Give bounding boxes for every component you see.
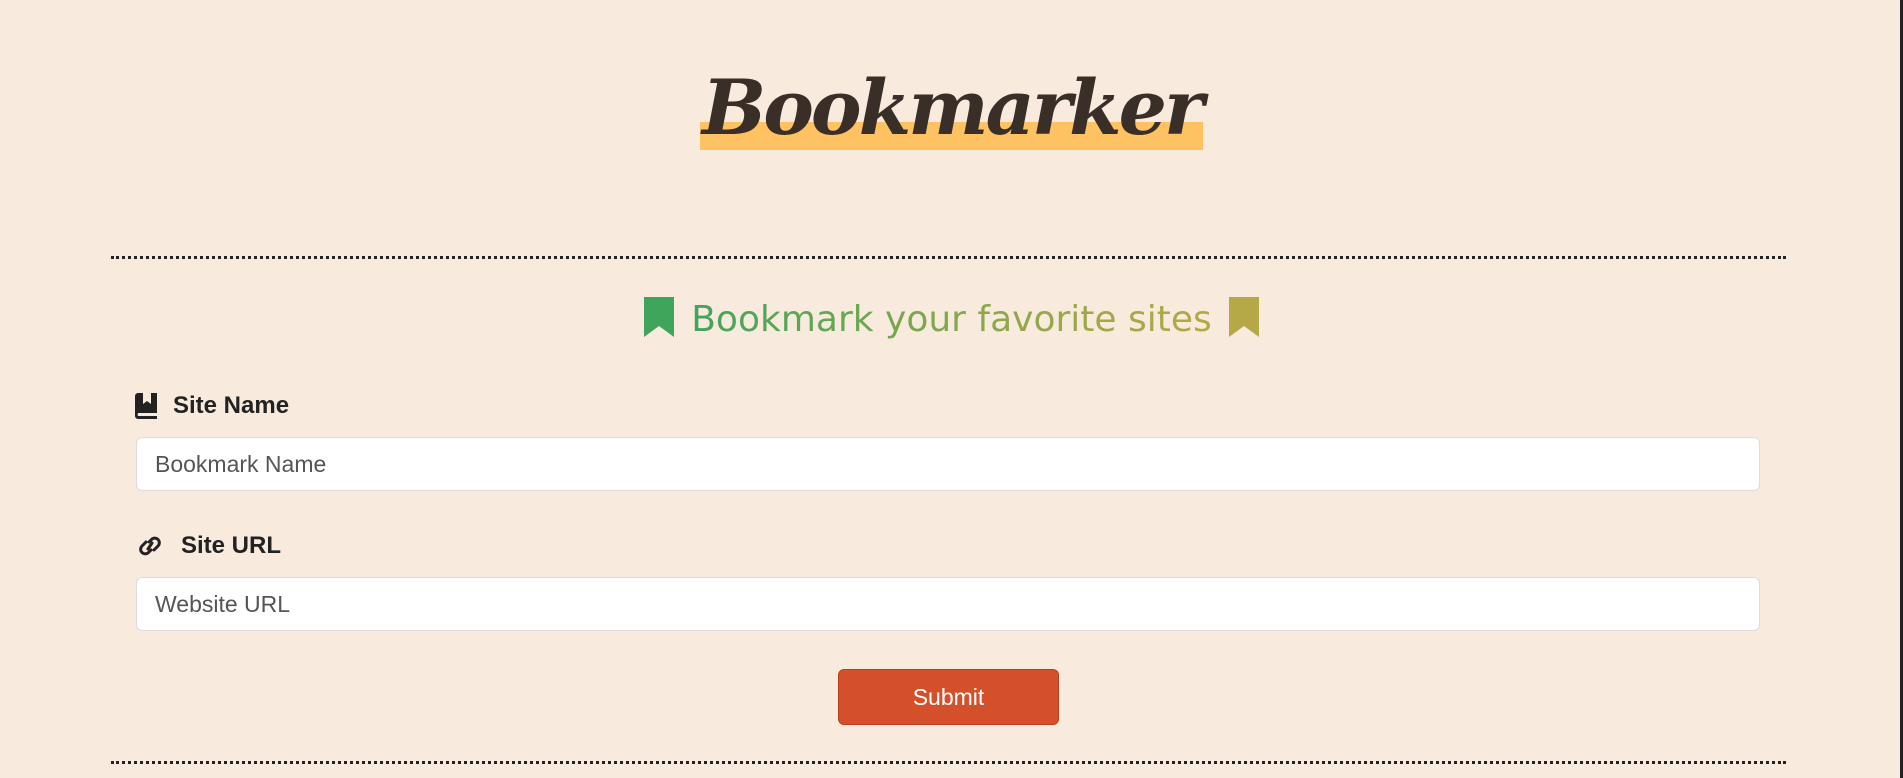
top-divider (111, 256, 1786, 259)
site-url-input[interactable] (136, 577, 1760, 631)
bookmark-icon (643, 297, 674, 337)
header: Bookmarker (0, 62, 1903, 154)
link-icon (135, 534, 165, 558)
form-subtitle: Bookmark your favorite sites (0, 294, 1903, 346)
site-url-label: Site URL (135, 532, 281, 560)
page-title: Bookmarker (699, 63, 1204, 152)
book-bookmark-icon (135, 393, 157, 419)
submit-button[interactable]: Submit (838, 669, 1059, 725)
site-url-label-text: Site URL (181, 532, 282, 559)
page: Bookmarker Bookmark your favorite sites … (0, 0, 1903, 778)
bookmark-icon (1229, 297, 1260, 337)
subtitle-text: Bookmark your favorite sites (685, 299, 1218, 340)
site-name-label: Site Name (135, 392, 289, 420)
bottom-divider (111, 761, 1786, 764)
site-name-input[interactable] (136, 437, 1760, 491)
site-name-label-text: Site Name (173, 392, 290, 419)
